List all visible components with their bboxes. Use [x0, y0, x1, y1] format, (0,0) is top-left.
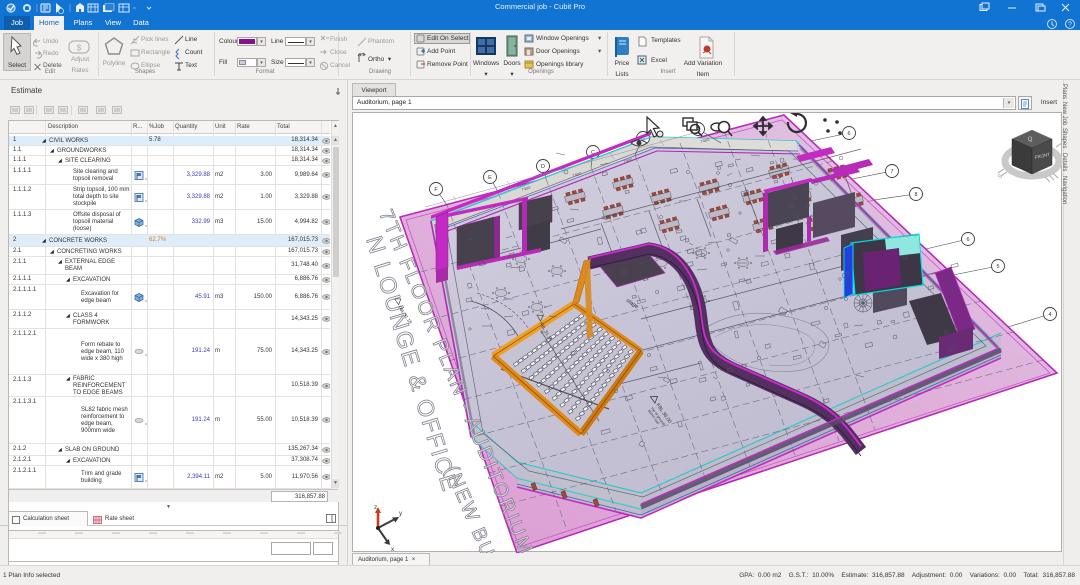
svg-text:z: z [374, 504, 377, 511]
svg-text:6: 6 [847, 131, 850, 137]
svg-text:$: $ [77, 44, 82, 53]
svg-text:?: ? [1068, 22, 1072, 29]
svg-text:4: 4 [1048, 312, 1051, 318]
svg-text:8: 8 [914, 192, 917, 198]
svg-text:E: E [488, 175, 492, 181]
svg-text:y: y [399, 510, 403, 517]
svg-text:D: D [541, 164, 545, 170]
svg-text:6: 6 [966, 237, 969, 243]
svg-text:7: 7 [890, 169, 893, 175]
svg-text:5: 5 [996, 264, 999, 270]
svg-text:x: x [391, 546, 395, 553]
